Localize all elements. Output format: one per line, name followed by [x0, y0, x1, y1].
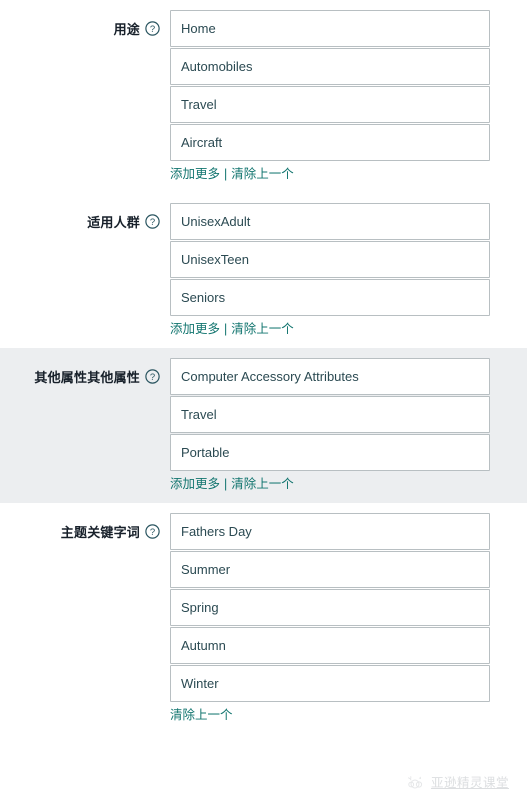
text-input-subject-keywords-0[interactable]: Fathers Day — [170, 513, 490, 550]
question-circle-icon[interactable]: ? — [145, 21, 160, 36]
input-value: UnisexAdult — [181, 214, 251, 229]
label-column: 其他属性其他属性? — [0, 358, 160, 386]
label-column: 用途? — [0, 10, 160, 38]
watermark-text: 亚逊精灵课堂 — [430, 776, 509, 790]
action-separator: | — [224, 322, 228, 336]
text-input-other-attributes-0[interactable]: Computer Accessory Attributes — [170, 358, 490, 395]
section-row: 适用人群? UnisexAdult UnisexTeen Seniors 添加更多 | 清除… — [0, 203, 527, 338]
field-actions: 添加更多 | 清除上一个 — [170, 165, 490, 183]
svg-text:?: ? — [150, 372, 155, 383]
text-input-usage-1[interactable]: Automobiles — [170, 48, 490, 85]
cloud-sparkle-icon — [407, 775, 425, 789]
text-input-usage-0[interactable]: Home — [170, 10, 490, 47]
action-separator: | — [224, 477, 228, 491]
input-value: Autumn — [181, 638, 226, 653]
fields-column: Fathers Day Summer Spring Autumn Winter 清除上一个 — [160, 513, 527, 724]
form-sections: 用途? Home Automobiles Travel Aircraft 添加更多 | 清除上… — [0, 0, 527, 734]
clear-last-link[interactable]: 清除上一个 — [170, 706, 233, 724]
section-row: 主题关键字词? Fathers Day Summer Spring Autumn Wint… — [0, 513, 527, 724]
field-label: 其他属性其他属性 — [34, 370, 140, 385]
text-input-usage-3[interactable]: Aircraft — [170, 124, 490, 161]
text-input-target-audience-0[interactable]: UnisexAdult — [170, 203, 490, 240]
input-value: Seniors — [181, 290, 226, 305]
text-input-other-attributes-1[interactable]: Travel — [170, 396, 490, 433]
fields-column: Computer Accessory Attributes Travel Porta… — [160, 358, 527, 493]
input-value: Home — [181, 21, 216, 36]
input-value: Summer — [181, 562, 231, 577]
product-attributes-form: 用途? Home Automobiles Travel Aircraft 添加更多 | 清除上… — [0, 0, 527, 809]
section-subject-keywords: 主题关键字词? Fathers Day Summer Spring Autumn Wint… — [0, 503, 527, 734]
fields-column: UnisexAdult UnisexTeen Seniors 添加更多 | 清除上一个 — [160, 203, 527, 338]
text-input-subject-keywords-2[interactable]: Spring — [170, 589, 490, 626]
clear-last-link[interactable]: 清除上一个 — [231, 475, 294, 493]
text-input-subject-keywords-3[interactable]: Autumn — [170, 627, 490, 664]
text-input-target-audience-1[interactable]: UnisexTeen — [170, 241, 490, 278]
input-value: Fathers Day — [181, 524, 252, 539]
clear-last-link[interactable]: 清除上一个 — [231, 165, 294, 183]
text-input-target-audience-2[interactable]: Seniors — [170, 279, 490, 316]
input-value: Travel — [181, 97, 217, 112]
watermark: 亚逊精灵课堂 — [407, 772, 509, 791]
field-label: 主题关键字词 — [60, 525, 140, 540]
svg-text:?: ? — [150, 217, 155, 228]
clear-last-link[interactable]: 清除上一个 — [231, 320, 294, 338]
svg-text:?: ? — [150, 527, 155, 538]
text-input-other-attributes-2[interactable]: Portable — [170, 434, 490, 471]
section-usage: 用途? Home Automobiles Travel Aircraft 添加更多 | 清除上… — [0, 0, 527, 193]
action-separator: | — [224, 167, 228, 181]
input-value: Automobiles — [181, 59, 253, 74]
input-value: Aircraft — [181, 135, 223, 150]
fields-column: Home Automobiles Travel Aircraft 添加更多 | 清除上一个 — [160, 10, 527, 183]
section-row: 用途? Home Automobiles Travel Aircraft 添加更多 | 清除上… — [0, 10, 527, 183]
add-more-link[interactable]: 添加更多 — [170, 475, 220, 493]
text-input-subject-keywords-4[interactable]: Winter — [170, 665, 490, 702]
input-value: Portable — [181, 445, 230, 460]
input-value: Computer Accessory Attributes — [181, 369, 359, 384]
section-target-audience: 适用人群? UnisexAdult UnisexTeen Seniors 添加更多 | 清除… — [0, 193, 527, 348]
label-column: 适用人群? — [0, 203, 160, 231]
field-actions: 清除上一个 — [170, 706, 490, 724]
label-column: 主题关键字词? — [0, 513, 160, 541]
section-other-attributes: 其他属性其他属性? Computer Accessory Attributes Tr… — [0, 348, 527, 503]
input-value: Travel — [181, 407, 217, 422]
add-more-link[interactable]: 添加更多 — [170, 320, 220, 338]
svg-text:?: ? — [150, 24, 155, 35]
input-value: Spring — [181, 600, 219, 615]
section-row: 其他属性其他属性? Computer Accessory Attributes Tr… — [0, 358, 527, 493]
field-actions: 添加更多 | 清除上一个 — [170, 320, 490, 338]
field-label: 用途 — [113, 22, 140, 37]
text-input-subject-keywords-1[interactable]: Summer — [170, 551, 490, 588]
text-input-usage-2[interactable]: Travel — [170, 86, 490, 123]
field-label: 适用人群 — [87, 215, 140, 230]
question-circle-icon[interactable]: ? — [145, 369, 160, 384]
question-circle-icon[interactable]: ? — [145, 214, 160, 229]
input-value: UnisexTeen — [181, 252, 249, 267]
field-actions: 添加更多 | 清除上一个 — [170, 475, 490, 493]
add-more-link[interactable]: 添加更多 — [170, 165, 220, 183]
input-value: Winter — [181, 676, 219, 691]
question-circle-icon[interactable]: ? — [145, 524, 160, 539]
